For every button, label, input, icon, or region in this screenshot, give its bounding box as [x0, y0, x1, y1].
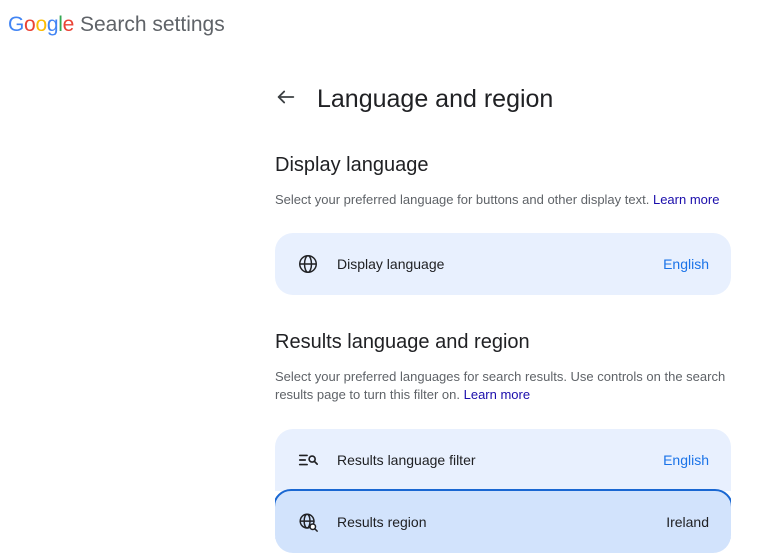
section-desc: Select your preferred language for butto… — [275, 191, 731, 209]
section-display: Display language Select your preferred l… — [275, 154, 731, 295]
section-heading: Display language — [275, 154, 731, 177]
back-arrow-icon[interactable] — [275, 86, 317, 114]
card-value: Ireland — [666, 514, 709, 530]
section-results: Results language and region Select your … — [275, 331, 731, 552]
globe-icon — [297, 253, 319, 275]
learn-more-link[interactable]: Learn more — [464, 387, 530, 402]
header: Google Search settings — [0, 0, 760, 37]
card-label: Results language filter — [337, 452, 663, 468]
card-value: English — [663, 452, 709, 468]
card-label: Results region — [337, 514, 666, 530]
card-display-language[interactable]: Display language English — [275, 233, 731, 295]
page-title: Language and region — [317, 85, 553, 114]
card-group-display: Display language English — [275, 233, 731, 295]
app-title: Search settings — [80, 13, 225, 37]
learn-more-link[interactable]: Learn more — [653, 192, 719, 207]
page-title-row: Language and region — [275, 85, 731, 114]
region-search-icon — [297, 511, 319, 533]
main-content: Language and region Display language Sel… — [275, 37, 731, 553]
filter-search-icon — [297, 449, 319, 471]
card-results-region[interactable]: Results region Ireland — [275, 489, 731, 553]
card-group-results: Results language filter English Results … — [275, 429, 731, 553]
card-results-language-filter[interactable]: Results language filter English — [275, 429, 731, 491]
section-desc: Select your preferred languages for sear… — [275, 368, 731, 404]
google-logo: Google — [8, 13, 80, 37]
card-value: English — [663, 256, 709, 272]
section-heading: Results language and region — [275, 331, 731, 354]
card-label: Display language — [337, 256, 663, 272]
